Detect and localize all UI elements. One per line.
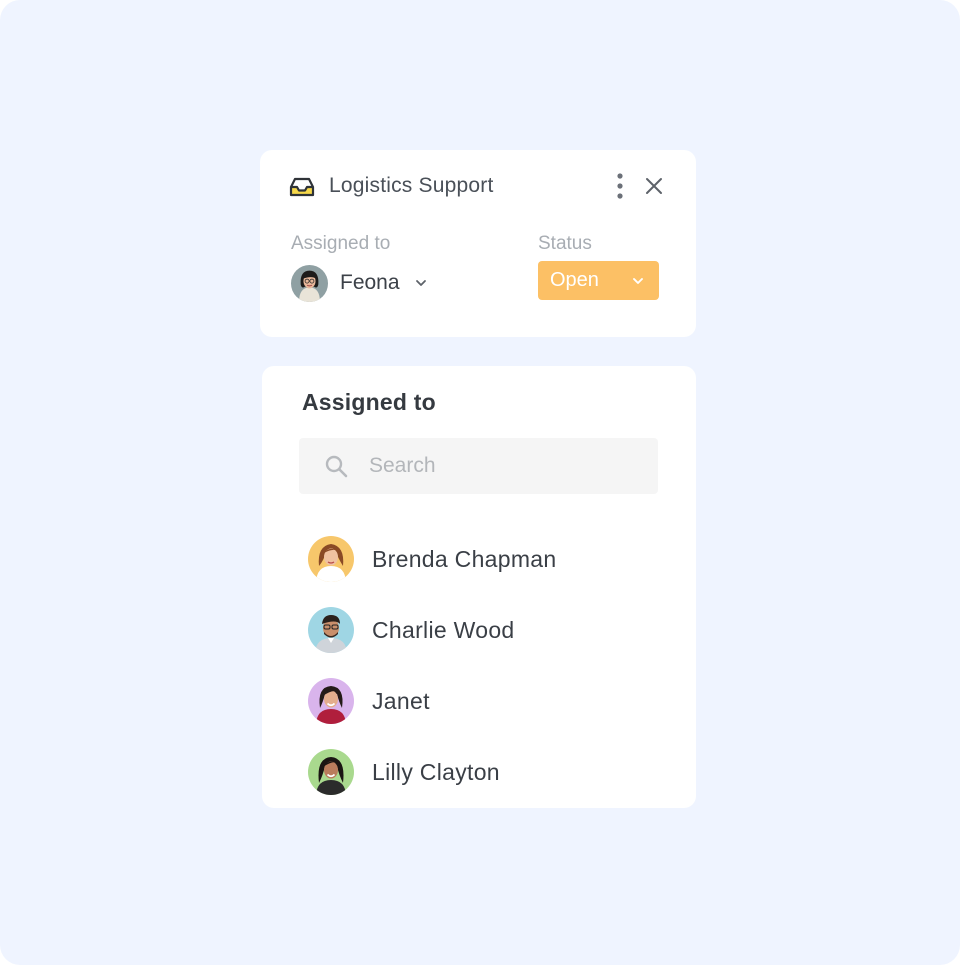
user-name: Charlie Wood — [372, 616, 515, 643]
search-box — [299, 438, 658, 494]
avatar — [308, 536, 354, 582]
chevron-down-icon — [631, 274, 645, 288]
status-dropdown[interactable]: Open — [538, 261, 659, 300]
user-option-charlie-wood[interactable]: Charlie Wood — [308, 607, 658, 653]
search-icon — [324, 454, 349, 479]
ticket-card: Logistics Support Assigned to Status Feo… — [260, 150, 696, 337]
user-name: Janet — [372, 687, 430, 714]
assign-panel: Assigned to B — [262, 366, 696, 808]
user-name: Brenda Chapman — [372, 545, 557, 572]
user-option-brenda-chapman[interactable]: Brenda Chapman — [308, 536, 658, 582]
ticket-title: Logistics Support — [329, 174, 494, 197]
inbox-icon — [288, 174, 316, 198]
search-input[interactable] — [369, 450, 639, 482]
user-option-janet[interactable]: Janet — [308, 678, 658, 724]
assignee-name: Feona — [340, 271, 400, 294]
avatar — [308, 607, 354, 653]
avatar — [308, 749, 354, 795]
avatar — [308, 678, 354, 724]
more-vertical-icon — [617, 173, 623, 199]
assignee-dropdown[interactable]: Feona — [291, 264, 428, 302]
app-background: Logistics Support Assigned to Status Feo… — [0, 0, 960, 965]
assignee-avatar — [291, 264, 328, 302]
more-options-button[interactable] — [610, 170, 630, 202]
user-name: Lilly Clayton — [372, 758, 500, 785]
close-icon — [646, 178, 662, 194]
user-option-lilly-clayton[interactable]: Lilly Clayton — [308, 749, 658, 795]
assigned-to-label: Assigned to — [291, 233, 391, 254]
close-button[interactable] — [642, 174, 666, 198]
status-value: Open — [550, 269, 599, 291]
chevron-down-icon — [414, 276, 428, 290]
ticket-header: Logistics Support — [288, 172, 494, 200]
status-label: Status — [538, 233, 592, 254]
panel-title: Assigned to — [302, 389, 436, 415]
